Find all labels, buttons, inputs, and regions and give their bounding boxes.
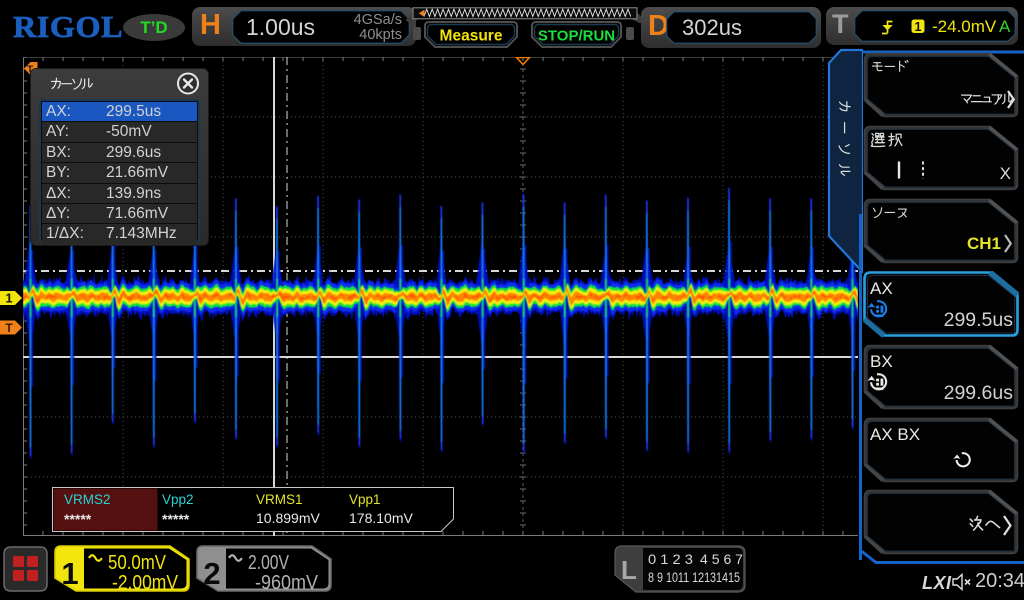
svg-text:50.0mV: 50.0mV <box>108 552 167 574</box>
svg-text:*****: ***** <box>162 511 190 527</box>
svg-text:4GSa/s: 4GSa/s <box>354 12 402 28</box>
svg-text:L: L <box>621 555 637 585</box>
svg-text:Vpp1: Vpp1 <box>349 492 381 507</box>
svg-text:X: X <box>1000 164 1011 183</box>
svg-text:4 5 6 7: 4 5 6 7 <box>700 552 743 567</box>
svg-text:302us: 302us <box>682 15 742 40</box>
svg-text:AX BX: AX BX <box>870 425 920 444</box>
svg-text:2.00V: 2.00V <box>248 552 290 574</box>
svg-text:8 9 1011 12131415: 8 9 1011 12131415 <box>648 570 740 585</box>
svg-text:AX: AX <box>870 279 893 298</box>
svg-text:*****: ***** <box>64 511 92 527</box>
svg-text:VRMS1: VRMS1 <box>256 492 303 507</box>
svg-text:A: A <box>999 17 1011 36</box>
svg-text:-960mV: -960mV <box>255 572 319 592</box>
svg-text:VRMS2: VRMS2 <box>64 492 111 507</box>
svg-text:1: 1 <box>5 291 12 306</box>
svg-text:178.10mV: 178.10mV <box>349 510 413 526</box>
svg-text:Measure: Measure <box>440 28 503 45</box>
svg-text:CH1: CH1 <box>967 234 1001 253</box>
svg-text:-24.0mV: -24.0mV <box>932 17 997 36</box>
svg-text:T: T <box>5 321 13 335</box>
svg-text:299.6us: 299.6us <box>944 382 1014 404</box>
svg-text:STOP/RUN: STOP/RUN <box>538 28 615 45</box>
svg-text:1: 1 <box>915 20 922 34</box>
svg-text:0 1 2 3: 0 1 2 3 <box>648 552 693 567</box>
svg-text:Vpp2: Vpp2 <box>162 492 194 507</box>
svg-text:10.899mV: 10.899mV <box>256 510 320 526</box>
svg-text:1.00us: 1.00us <box>246 14 315 40</box>
svg-text:-2.00mV: -2.00mV <box>112 572 179 592</box>
svg-text:299.5us: 299.5us <box>944 309 1014 331</box>
svg-text:BX: BX <box>870 352 893 371</box>
svg-text:1: 1 <box>61 556 78 591</box>
svg-text:40kpts: 40kpts <box>359 27 402 43</box>
svg-text:2: 2 <box>203 556 220 591</box>
